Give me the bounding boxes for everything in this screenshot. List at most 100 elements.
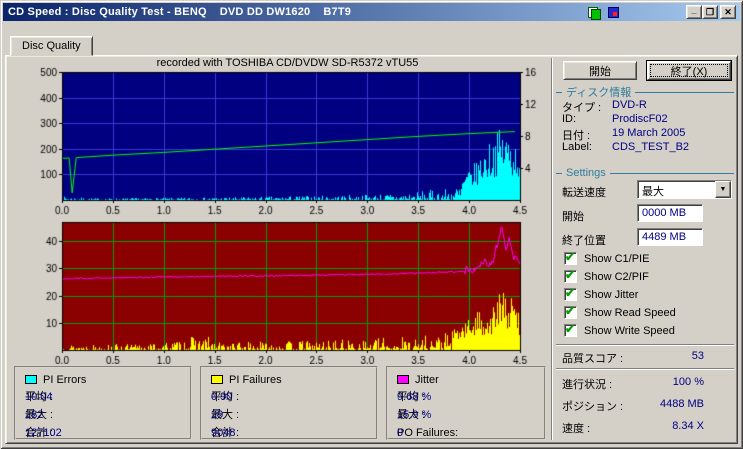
disc-date-value: 19 March 2005 bbox=[612, 127, 686, 139]
stat-value: 9.68 % bbox=[397, 391, 432, 403]
checkbox-show-c2-pif[interactable]: ✔ Show C2/PIF bbox=[564, 268, 649, 283]
position-label: ポジション : bbox=[562, 401, 624, 413]
check-icon: ✔ bbox=[565, 322, 576, 336]
transfer-speed-value: 最大 bbox=[642, 186, 664, 198]
checkbox-label: Show Write Speed bbox=[584, 324, 675, 337]
stat-value: 0.90 bbox=[211, 391, 233, 403]
disc-info-title: ディスク情報 bbox=[566, 87, 632, 99]
jitter-title: Jitter bbox=[415, 373, 439, 386]
transfer-speed-select[interactable]: 最大 ▼ bbox=[637, 180, 732, 199]
stat-row: 平均 :9.68 % bbox=[388, 388, 544, 406]
stat-row: 平均 :0.90 bbox=[202, 388, 376, 406]
group-line bbox=[635, 91, 734, 93]
stat-value: 10.04 bbox=[25, 391, 53, 403]
pi-errors-title: PI Errors bbox=[43, 373, 87, 386]
speed-label: 速度 : bbox=[562, 423, 591, 435]
stat-row: 合計 :127102 bbox=[16, 424, 190, 442]
app-window: CD Speed : Disc Quality Test - BENQ DVD … bbox=[0, 0, 743, 449]
pi-errors-header: PI Errors bbox=[16, 368, 190, 388]
end-position-field[interactable]: 4489 MB bbox=[637, 228, 703, 246]
stat-row: 最大 :282 bbox=[16, 406, 190, 424]
separator bbox=[556, 368, 734, 370]
check-icon: ✔ bbox=[565, 250, 576, 264]
jitter-color-swatch bbox=[397, 375, 409, 384]
check-icon: ✔ bbox=[565, 304, 576, 318]
window-title: CD Speed : Disc Quality Test - BENQ DVD … bbox=[8, 6, 352, 18]
stat-row: PO Failures: 0 bbox=[388, 424, 544, 442]
start-position-label: 開始 bbox=[562, 211, 584, 223]
title-bar: CD Speed : Disc Quality Test - BENQ DVD … bbox=[3, 3, 740, 21]
stat-row: 最大 :29 bbox=[202, 406, 376, 424]
checkbox-show-read-speed[interactable]: ✔ Show Read Speed bbox=[564, 304, 676, 319]
jitter-panel: Jitter 平均 :9.68 % 最大 :15.9 % PO Failures… bbox=[386, 366, 546, 440]
exit-button[interactable]: 終了(X) bbox=[647, 61, 731, 80]
progress-label: 進行状況 : bbox=[562, 379, 613, 391]
tab-label: Disc Quality bbox=[22, 40, 81, 52]
maximize-button[interactable]: ❐ bbox=[702, 5, 718, 19]
pi-errors-speed-chart bbox=[30, 66, 545, 216]
start-button[interactable]: 開始 bbox=[563, 61, 637, 80]
quality-score-label: 品質スコア : bbox=[562, 353, 624, 365]
panel-divider bbox=[551, 58, 553, 440]
checkbox-show-jitter[interactable]: ✔ Show Jitter bbox=[564, 286, 639, 301]
copy-graph-button[interactable] bbox=[585, 5, 601, 20]
speed-value: 8.34 X bbox=[672, 420, 704, 432]
pages-icon bbox=[587, 6, 601, 20]
position-value: 4488 MB bbox=[659, 398, 704, 410]
checkbox-label: Show C2/PIF bbox=[584, 270, 649, 283]
jitter-header: Jitter bbox=[388, 368, 544, 388]
pi-failures-panel: PI Failures 平均 :0.90 最大 :29 合計 :9048 bbox=[200, 366, 378, 440]
pi-failures-jitter-chart bbox=[30, 216, 545, 364]
group-line bbox=[556, 91, 562, 93]
progress-value: 100 % bbox=[672, 376, 704, 388]
stat-value: 127102 bbox=[25, 427, 62, 439]
disc-label-label: Label: bbox=[562, 141, 592, 153]
check-icon: ✔ bbox=[565, 286, 576, 300]
pi-failures-color-swatch bbox=[211, 375, 223, 384]
separator bbox=[556, 344, 734, 346]
disc-label-value: CDS_TEST_B2 bbox=[612, 141, 690, 153]
stat-value: 29 bbox=[211, 409, 224, 421]
minimize-button[interactable]: _ bbox=[686, 5, 702, 19]
chevron-down-icon[interactable]: ▼ bbox=[715, 181, 731, 198]
quality-score-value: 53 bbox=[691, 350, 704, 362]
disc-type-value: DVD-R bbox=[612, 99, 647, 111]
stat-value: 0 bbox=[397, 427, 404, 439]
checkbox-box[interactable]: ✔ bbox=[564, 322, 577, 337]
pi-errors-panel: PI Errors 平均 :10.04 最大 :282 合計 :127102 bbox=[14, 366, 192, 440]
checkbox-box[interactable]: ✔ bbox=[564, 250, 577, 265]
checkbox-label: Show Jitter bbox=[584, 288, 639, 301]
settings-group-header: Settings bbox=[556, 167, 734, 179]
checkbox-box[interactable]: ✔ bbox=[564, 286, 577, 301]
pi-errors-color-swatch bbox=[25, 375, 37, 384]
stat-value: 15.9 % bbox=[397, 409, 432, 421]
pi-failures-header: PI Failures bbox=[202, 368, 376, 388]
stat-row: 最大 :15.9 % bbox=[388, 406, 544, 424]
tab-disc-quality[interactable]: Disc Quality bbox=[10, 36, 93, 56]
group-line bbox=[609, 172, 734, 174]
pi-failures-title: PI Failures bbox=[229, 373, 282, 386]
start-position-field[interactable]: 0000 MB bbox=[637, 204, 703, 222]
transfer-speed-label: 転送速度 bbox=[562, 187, 606, 199]
disc-id-value: ProdiscF02 bbox=[612, 113, 668, 125]
checkbox-box[interactable]: ✔ bbox=[564, 304, 577, 319]
close-button[interactable]: ✕ bbox=[720, 5, 736, 19]
end-position-label: 終了位置 bbox=[562, 235, 606, 247]
stat-value: 282 bbox=[25, 409, 44, 421]
stat-row: 合計 :9048 bbox=[202, 424, 376, 442]
checkbox-show-write-speed[interactable]: ✔ Show Write Speed bbox=[564, 322, 675, 337]
stat-value: 9048 bbox=[211, 427, 236, 439]
save-graph-button[interactable] bbox=[605, 5, 621, 19]
disc-info-group-header: ディスク情報 bbox=[556, 84, 734, 100]
group-line bbox=[556, 172, 562, 174]
check-icon: ✔ bbox=[565, 268, 576, 282]
disk-icon bbox=[607, 6, 619, 18]
checkbox-box[interactable]: ✔ bbox=[564, 268, 577, 283]
checkbox-label: Show C1/PIE bbox=[584, 252, 650, 265]
stat-label: PO Failures: bbox=[397, 427, 459, 439]
checkbox-show-c1-pie[interactable]: ✔ Show C1/PIE bbox=[564, 250, 650, 265]
stat-row: 平均 :10.04 bbox=[16, 388, 190, 406]
settings-title: Settings bbox=[566, 167, 606, 179]
disc-id-label: ID: bbox=[562, 113, 577, 125]
checkbox-label: Show Read Speed bbox=[584, 306, 676, 319]
